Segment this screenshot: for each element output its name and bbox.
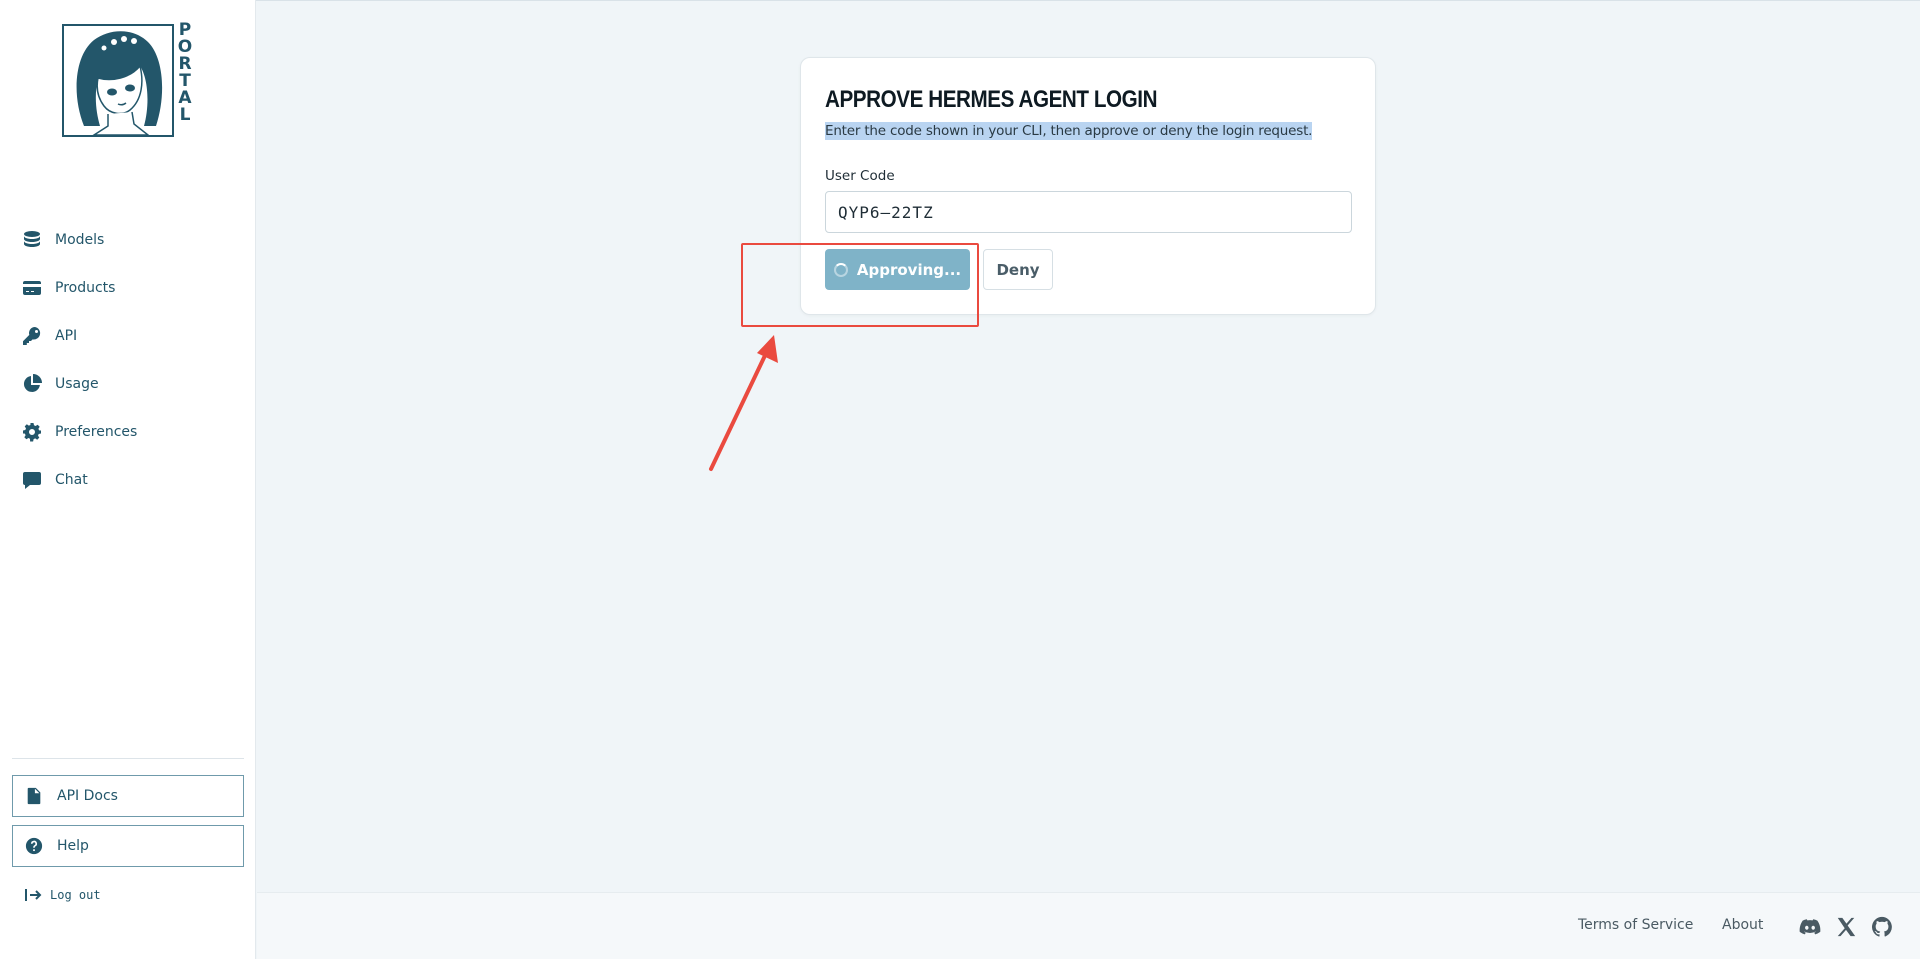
discord-icon[interactable] (1799, 916, 1821, 938)
user-code-input[interactable] (825, 191, 1352, 233)
sidebar-item-products[interactable]: Products (0, 264, 256, 312)
loading-spinner-icon (833, 262, 848, 277)
sidebar-item-preferences[interactable]: Preferences (0, 408, 256, 456)
document-icon (24, 786, 44, 806)
credit-card-icon (21, 277, 43, 299)
terms-of-service-link[interactable]: Terms of Service (1578, 917, 1693, 933)
github-icon[interactable] (1871, 916, 1893, 938)
card-subtitle: Enter the code shown in your CLI, then a… (825, 122, 1313, 140)
help-button[interactable]: Help (12, 825, 244, 867)
about-link[interactable]: About (1722, 917, 1763, 933)
approve-login-card: APPROVE HERMES AGENT LOGIN Enter the cod… (800, 57, 1376, 315)
portal-logo[interactable]: PORTAL (62, 20, 193, 138)
chat-bubble-icon (21, 469, 43, 491)
key-icon (21, 325, 43, 347)
sidebar-nav: Models Products API Usage Preferences Ch… (0, 216, 256, 504)
sidebar-item-label: Usage (55, 376, 99, 392)
top-border (0, 0, 1920, 1)
question-circle-icon (24, 836, 44, 856)
api-docs-label: API Docs (57, 788, 118, 804)
logout-label: Log out (50, 888, 101, 902)
sidebar-divider (12, 758, 244, 759)
logout-link[interactable]: Log out (24, 888, 101, 902)
approve-label: Approving... (856, 260, 962, 279)
sidebar-item-label: Chat (55, 472, 88, 488)
api-docs-button[interactable]: API Docs (12, 775, 244, 817)
sidebar-item-api[interactable]: API (0, 312, 256, 360)
sidebar-item-usage[interactable]: Usage (0, 360, 256, 408)
logo-wordmark: PORTAL (177, 20, 193, 125)
sidebar: PORTAL Models Products API Usage Prefere… (0, 0, 256, 959)
sidebar-item-models[interactable]: Models (0, 216, 256, 264)
sidebar-item-chat[interactable]: Chat (0, 456, 256, 504)
deny-button[interactable]: Deny (983, 249, 1053, 290)
x-twitter-icon[interactable] (1835, 916, 1857, 938)
annotation-arrow-icon (709, 335, 778, 471)
sidebar-item-label: Preferences (55, 424, 138, 440)
logo-portrait-icon (62, 24, 174, 137)
pie-chart-icon (21, 373, 43, 395)
sidebar-item-label: API (55, 328, 78, 344)
approve-button[interactable]: Approving... (825, 249, 970, 290)
sidebar-item-label: Products (55, 280, 116, 296)
page-title: APPROVE HERMES AGENT LOGIN (825, 86, 1158, 113)
logout-icon (25, 889, 42, 901)
sidebar-item-label: Models (55, 232, 105, 248)
database-icon (21, 229, 43, 251)
footer: Terms of Service About (257, 892, 1920, 959)
gear-icon (21, 421, 43, 443)
help-label: Help (57, 838, 89, 854)
user-code-label: User Code (825, 168, 895, 184)
